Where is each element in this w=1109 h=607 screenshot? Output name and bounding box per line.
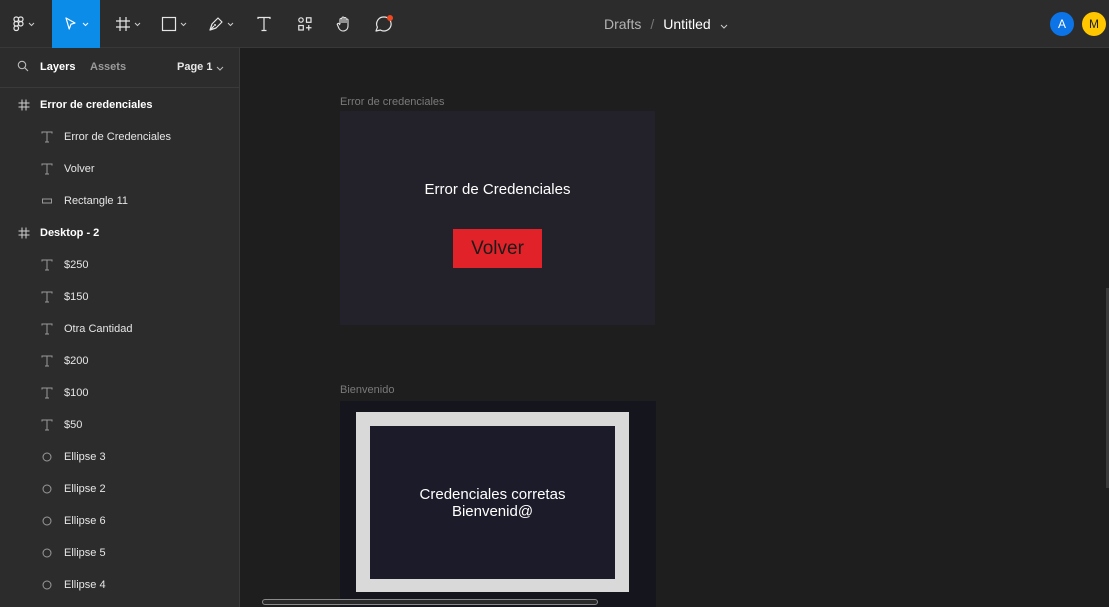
- ellipse-icon: [41, 547, 53, 559]
- layer-item[interactable]: $150: [0, 281, 239, 313]
- avatar[interactable]: M: [1082, 12, 1106, 36]
- toolbar: Drafts / Untitled A M: [0, 0, 1109, 48]
- layers-panel: Layers Assets Page 1 Error de credencial…: [0, 48, 240, 607]
- hand-tool-button[interactable]: [328, 0, 360, 48]
- chevron-down-icon[interactable]: [720, 16, 728, 32]
- pen-tool-button[interactable]: [200, 0, 242, 48]
- text-icon: [41, 355, 53, 367]
- text-icon: [41, 131, 53, 143]
- breadcrumb-separator: /: [650, 16, 655, 32]
- layer-label: Otra Cantidad: [64, 323, 133, 335]
- layer-item[interactable]: Ellipse 6: [0, 505, 239, 537]
- layer-label: $250: [64, 259, 89, 271]
- chevron-down-icon: [134, 22, 141, 27]
- layer-item[interactable]: Desktop - 2: [0, 217, 239, 249]
- move-tool-button[interactable]: [52, 0, 100, 48]
- figma-logo-icon: [13, 16, 25, 32]
- card-border: Credenciales corretas Bienvenid@: [356, 412, 629, 592]
- layer-item[interactable]: Error de credenciales: [0, 89, 239, 121]
- chevron-down-icon: [227, 22, 234, 27]
- layer-item[interactable]: Ellipse 4: [0, 569, 239, 601]
- frame-error-de-credenciales[interactable]: Error de Credenciales Volver: [340, 111, 655, 325]
- resources-icon: [297, 16, 313, 32]
- layer-label: Error de Credenciales: [64, 131, 171, 143]
- tab-assets[interactable]: Assets: [90, 61, 126, 73]
- layer-label: Ellipse 4: [64, 579, 106, 591]
- cursor-icon: [63, 16, 79, 32]
- frame-icon: [115, 16, 131, 32]
- layer-item[interactable]: $200: [0, 345, 239, 377]
- text-icon: [41, 163, 53, 175]
- rectangle-icon: [161, 16, 177, 32]
- shape-tool-button[interactable]: [154, 0, 194, 48]
- chevron-down-icon: [28, 22, 35, 27]
- welcome-line-2: Bienvenid@: [451, 502, 534, 520]
- layer-item[interactable]: Otra Cantidad: [0, 313, 239, 345]
- layer-label: Error de credenciales: [40, 99, 153, 111]
- ellipse-icon: [41, 579, 53, 591]
- file-title[interactable]: Untitled: [663, 16, 710, 32]
- ellipse-icon: [41, 515, 53, 527]
- chevron-down-icon[interactable]: [216, 62, 224, 74]
- canvas[interactable]: Error de credenciales Error de Credencia…: [241, 48, 1109, 607]
- layer-label: $150: [64, 291, 89, 303]
- frame-label[interactable]: Bienvenido: [340, 384, 394, 396]
- file-title-area: Drafts / Untitled: [604, 0, 728, 48]
- text-icon: [256, 16, 272, 32]
- layer-item[interactable]: Rectangle 11: [0, 185, 239, 217]
- layer-label: Ellipse 5: [64, 547, 106, 559]
- main-menu-button[interactable]: [0, 0, 48, 48]
- layer-label: $200: [64, 355, 89, 367]
- text-icon: [41, 291, 53, 303]
- chevron-down-icon: [82, 22, 89, 27]
- frame-label[interactable]: Error de credenciales: [340, 96, 445, 108]
- layer-label: Ellipse 2: [64, 483, 106, 495]
- text-icon: [41, 387, 53, 399]
- ellipse-icon: [41, 451, 53, 463]
- layer-item[interactable]: Error de Credenciales: [0, 121, 239, 153]
- search-icon[interactable]: [17, 60, 29, 75]
- comment-tool-button[interactable]: [366, 0, 402, 48]
- avatar[interactable]: A: [1050, 12, 1074, 36]
- comment-icon: [374, 15, 394, 33]
- layer-label: Ellipse 3: [64, 451, 106, 463]
- layer-item[interactable]: Volver: [0, 153, 239, 185]
- frame-bienvenido[interactable]: Credenciales corretas Bienvenid@: [340, 401, 656, 607]
- layer-item[interactable]: $250: [0, 249, 239, 281]
- pen-icon: [208, 16, 224, 32]
- layer-item[interactable]: Ellipse 3: [0, 441, 239, 473]
- layer-label: Volver: [64, 163, 95, 175]
- layer-item[interactable]: $100: [0, 377, 239, 409]
- frame-icon: [18, 99, 30, 111]
- ellipse-icon: [41, 483, 53, 495]
- welcome-line-1: Credenciales corretas: [419, 485, 566, 503]
- page-selector[interactable]: Page 1: [177, 61, 212, 73]
- frame-tool-button[interactable]: [108, 0, 148, 48]
- text-icon: [41, 323, 53, 335]
- chevron-down-icon: [180, 22, 187, 27]
- frame-icon: [18, 227, 30, 239]
- layer-label: Ellipse 6: [64, 515, 106, 527]
- panel-tabs: Layers Assets Page 1: [0, 48, 239, 88]
- horizontal-scrollbar[interactable]: [262, 599, 598, 605]
- layer-label: Desktop - 2: [40, 227, 100, 239]
- layer-item[interactable]: Ellipse 5: [0, 537, 239, 569]
- layer-label: $100: [64, 387, 89, 399]
- welcome-card: Credenciales corretas Bienvenid@: [370, 426, 615, 579]
- breadcrumb-drafts[interactable]: Drafts: [604, 16, 641, 32]
- layer-item[interactable]: Ellipse 2: [0, 473, 239, 505]
- hand-icon: [335, 15, 353, 33]
- text-icon: [41, 419, 53, 431]
- text-icon: [41, 259, 53, 271]
- layer-label: $50: [64, 419, 83, 431]
- volver-button[interactable]: Volver: [453, 229, 542, 268]
- rectangle-icon: [41, 195, 53, 207]
- text-tool-button[interactable]: [248, 0, 280, 48]
- layer-item[interactable]: $50: [0, 409, 239, 441]
- resources-tool-button[interactable]: [288, 0, 322, 48]
- error-heading: Error de Credenciales: [424, 181, 571, 198]
- tab-layers[interactable]: Layers: [40, 61, 75, 73]
- layer-label: Rectangle 11: [64, 195, 129, 207]
